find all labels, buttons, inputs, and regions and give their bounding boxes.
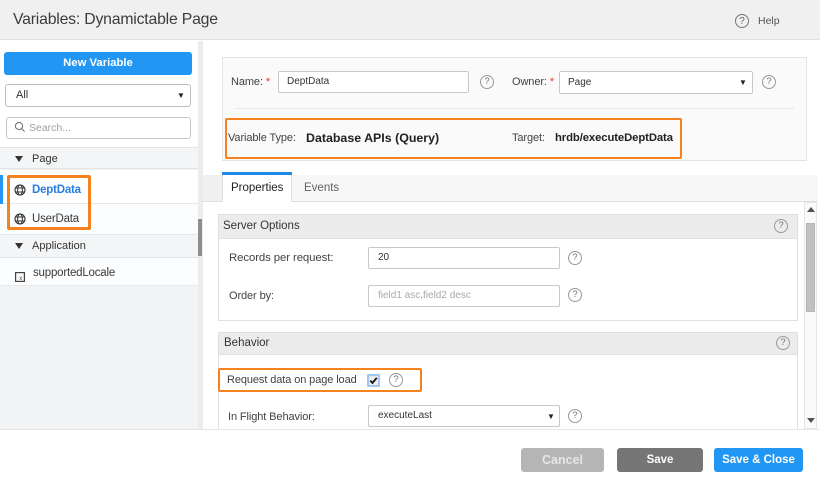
svg-text:x: x — [19, 276, 22, 282]
